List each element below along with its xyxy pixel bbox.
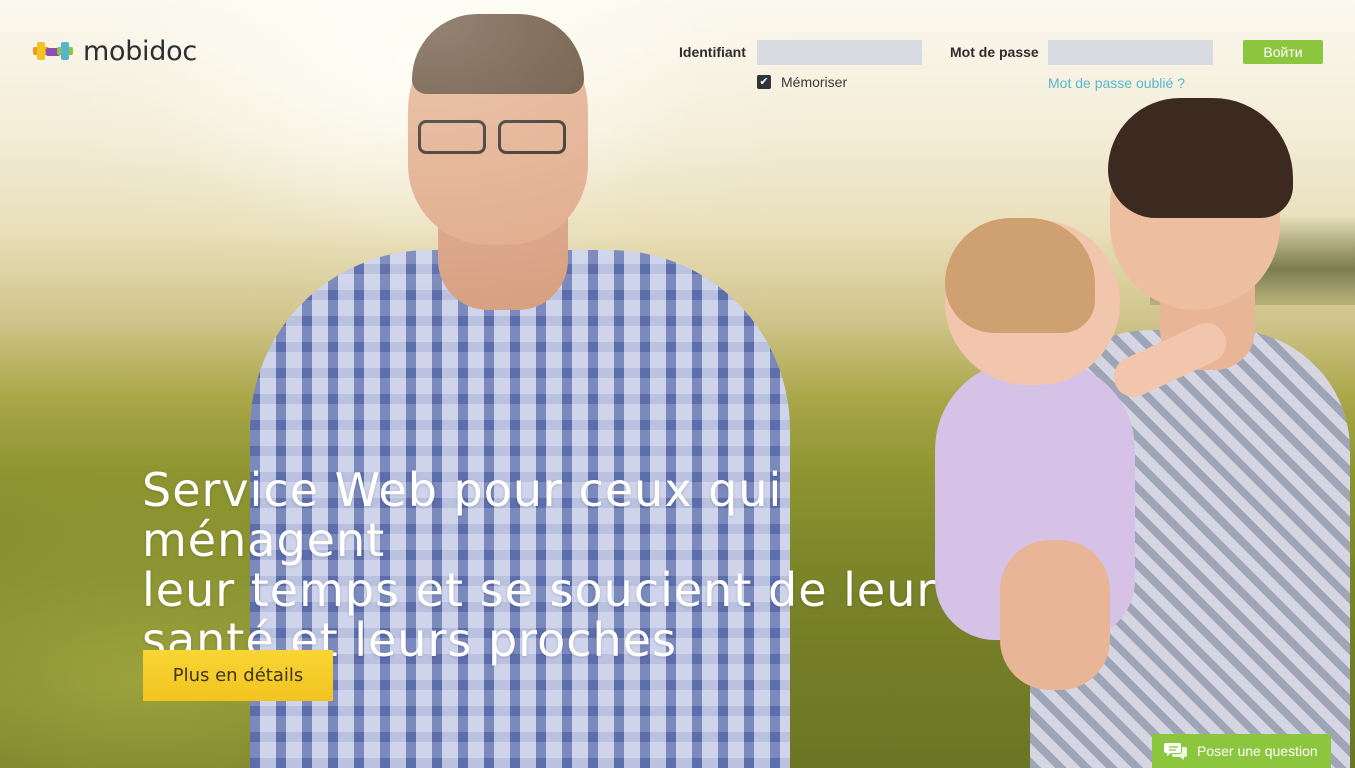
- hero-title-line: leur temps et se soucient de leur: [142, 563, 937, 617]
- password-input[interactable]: [1048, 40, 1213, 65]
- chat-bubbles-icon: [1164, 743, 1187, 760]
- remember-me-checkbox[interactable]: ✔ Mémoriser: [757, 74, 847, 90]
- username-input[interactable]: [757, 40, 922, 65]
- username-label: Identifiant: [679, 44, 746, 60]
- forgot-password-link[interactable]: Mot de passe oublié ?: [1048, 75, 1185, 91]
- ask-question-button[interactable]: Poser une question: [1152, 734, 1331, 768]
- more-details-button[interactable]: Plus en détails: [143, 650, 333, 701]
- ask-question-label: Poser une question: [1197, 743, 1318, 759]
- hero-title: Service Web pour ceux qui ménagent leur …: [142, 465, 982, 665]
- password-label: Mot de passe: [950, 44, 1039, 60]
- login-button[interactable]: Войти: [1243, 40, 1323, 64]
- logo[interactable]: mobidoc: [33, 35, 197, 67]
- logo-mark-icon: [33, 38, 73, 64]
- remember-me-label: Mémoriser: [781, 74, 848, 90]
- hero-title-line: Service Web pour ceux qui ménagent: [142, 463, 783, 567]
- logo-text: mobidoc: [83, 35, 197, 67]
- checkbox-checked-icon[interactable]: ✔: [757, 75, 771, 89]
